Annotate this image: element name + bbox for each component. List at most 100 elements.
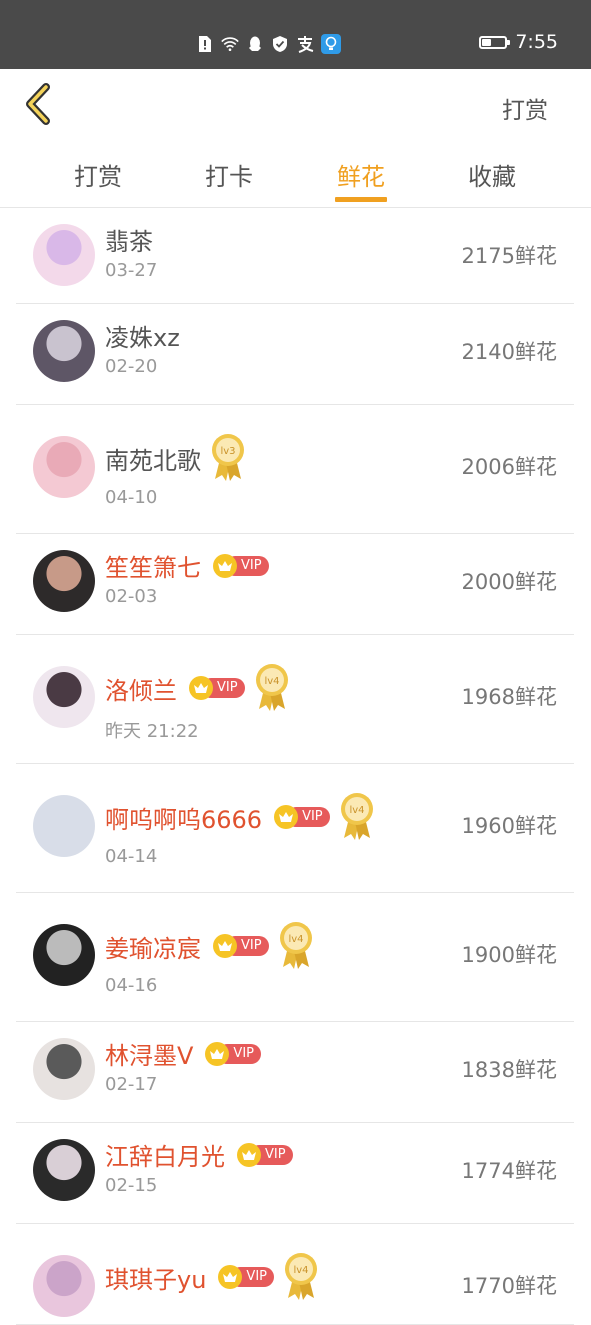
flower-amount: 1770鲜花 (461, 1274, 557, 1298)
avatar[interactable] (33, 550, 95, 612)
flower-amount: 1838鲜花 (461, 1058, 557, 1082)
name-line: 江辞白月光 VIP (105, 1137, 293, 1172)
date-text: 昨天 21:22 (105, 721, 199, 742)
header: 打赏 (0, 69, 591, 141)
vip-badge: VIP (213, 934, 269, 958)
flower-amount: 1968鲜花 (461, 685, 557, 709)
level-text: lv4 (349, 805, 364, 816)
list-item[interactable]: 笙笙箫七 VIP 02-03 2000鲜花 (16, 534, 574, 635)
status-time: 7:55 (515, 31, 558, 53)
avatar[interactable] (33, 1255, 95, 1317)
user-name[interactable]: 笙笙箫七 (105, 548, 201, 583)
flower-amount: 2140鲜花 (461, 340, 557, 364)
list-item[interactable]: 南苑北歌 lv3 04-10 2006鲜花 (16, 405, 574, 534)
vip-badge: VIP (213, 553, 269, 578)
avatar[interactable] (33, 1038, 95, 1100)
bulb-icon (321, 34, 341, 54)
level-medal-icon: lv3 (211, 433, 245, 483)
list-item[interactable]: 姜瑜凉宸 VIP lv4 04-16 1900鲜花 (16, 893, 574, 1022)
user-name[interactable]: 翡茶 (105, 222, 153, 257)
list-item[interactable]: 琪琪子yu VIP lv4 1770鲜花 (16, 1224, 574, 1325)
level-medal-icon: lv4 (279, 921, 313, 971)
avatar[interactable] (33, 1139, 95, 1201)
name-line: 琪琪子yu VIP lv4 (105, 1252, 318, 1302)
user-name[interactable]: 南苑北歌 (105, 441, 201, 476)
crown-icon (213, 934, 237, 958)
alipay-icon (296, 35, 314, 53)
tab-favorites[interactable]: 收藏 (442, 157, 542, 192)
avatar[interactable] (33, 795, 95, 857)
name-line: 笙笙箫七 VIP (105, 548, 269, 583)
list-item[interactable]: 江辞白月光 VIP 02-15 1774鲜花 (16, 1123, 574, 1224)
flower-amount: 1960鲜花 (461, 814, 557, 838)
vip-badge: VIP (274, 805, 330, 829)
user-name[interactable]: 姜瑜凉宸 (105, 929, 201, 964)
list-item[interactable]: 林浔墨V VIP 02-17 1838鲜花 (16, 1022, 574, 1123)
status-bar: 7:55 (0, 0, 591, 69)
user-name[interactable]: 琪琪子yu (105, 1260, 206, 1295)
status-icons (196, 32, 341, 56)
avatar[interactable] (33, 320, 95, 382)
user-name[interactable]: 江辞白月光 (105, 1137, 225, 1172)
back-button[interactable] (22, 83, 58, 127)
list-item[interactable]: 凌姝xz 02-20 2140鲜花 (16, 304, 574, 405)
date-text: 04-16 (105, 975, 158, 996)
name-line: 姜瑜凉宸 VIP lv4 (105, 921, 313, 971)
avatar[interactable] (33, 224, 95, 286)
crown-icon (213, 553, 237, 578)
name-line: 洛倾兰 VIP lv4 (105, 663, 289, 713)
user-name[interactable]: 林浔墨V (105, 1036, 193, 1071)
crown-icon (237, 1142, 261, 1167)
date-text: 04-10 (105, 487, 158, 508)
tab-flowers[interactable]: 鲜花 (311, 157, 411, 192)
date-text: 02-20 (105, 356, 158, 377)
date-text: 02-15 (105, 1175, 158, 1196)
level-text: lv3 (220, 446, 235, 457)
crown-icon (205, 1041, 230, 1066)
tab-bar: 打赏 打卡 鲜花 收藏 (0, 141, 591, 208)
reward-button[interactable]: 打赏 (502, 91, 548, 125)
chevron-left-icon (26, 83, 50, 125)
flower-amount: 2000鲜花 (461, 570, 557, 594)
supporter-list: 翡茶 03-27 2175鲜花凌姝xz 02-20 2140鲜花南苑北歌 lv3 04-10… (16, 208, 574, 1325)
list-item[interactable]: 翡茶 03-27 2175鲜花 (16, 208, 574, 304)
vip-badge: VIP (218, 1265, 274, 1289)
avatar[interactable] (33, 666, 95, 728)
list-item[interactable]: 啊呜啊呜6666 VIP lv4 04-14 1960鲜花 (16, 764, 574, 893)
date-text: 02-03 (105, 586, 158, 607)
date-text: 04-14 (105, 846, 158, 867)
crown-icon (189, 676, 213, 700)
flower-amount: 2006鲜花 (461, 455, 557, 479)
name-line: 翡茶 (105, 222, 153, 257)
flower-amount: 2175鲜花 (461, 244, 557, 268)
tab-checkin[interactable]: 打卡 (179, 157, 279, 192)
qq-icon (246, 35, 264, 53)
sim-alert-icon (196, 35, 214, 53)
flower-amount: 1900鲜花 (461, 943, 557, 967)
vip-badge: VIP (205, 1041, 261, 1066)
level-medal-icon: lv4 (284, 1252, 318, 1302)
wifi-icon (221, 35, 239, 53)
level-text: lv4 (264, 676, 279, 687)
vip-badge: VIP (189, 676, 245, 700)
name-line: 啊呜啊呜6666 VIP lv4 (105, 792, 374, 842)
user-name[interactable]: 啊呜啊呜6666 (105, 800, 262, 835)
date-text: 02-17 (105, 1074, 158, 1095)
battery-icon (479, 35, 511, 49)
tab-active-indicator (335, 197, 387, 202)
level-medal-icon: lv4 (255, 663, 289, 713)
level-text: lv4 (288, 934, 303, 945)
crown-icon (274, 805, 299, 829)
user-name[interactable]: 凌姝xz (105, 318, 180, 353)
list-item[interactable]: 洛倾兰 VIP lv4 昨天 21:22 1968鲜花 (16, 635, 574, 764)
flower-amount: 1774鲜花 (461, 1159, 557, 1183)
name-line: 林浔墨V VIP (105, 1036, 261, 1071)
tab-reward[interactable]: 打赏 (48, 157, 148, 192)
avatar[interactable] (33, 436, 95, 498)
name-line: 南苑北歌 lv3 (105, 433, 245, 483)
name-line: 凌姝xz (105, 318, 180, 353)
user-name[interactable]: 洛倾兰 (105, 671, 177, 706)
avatar[interactable] (33, 924, 95, 986)
shield-icon (271, 35, 289, 53)
vip-badge: VIP (237, 1142, 293, 1167)
